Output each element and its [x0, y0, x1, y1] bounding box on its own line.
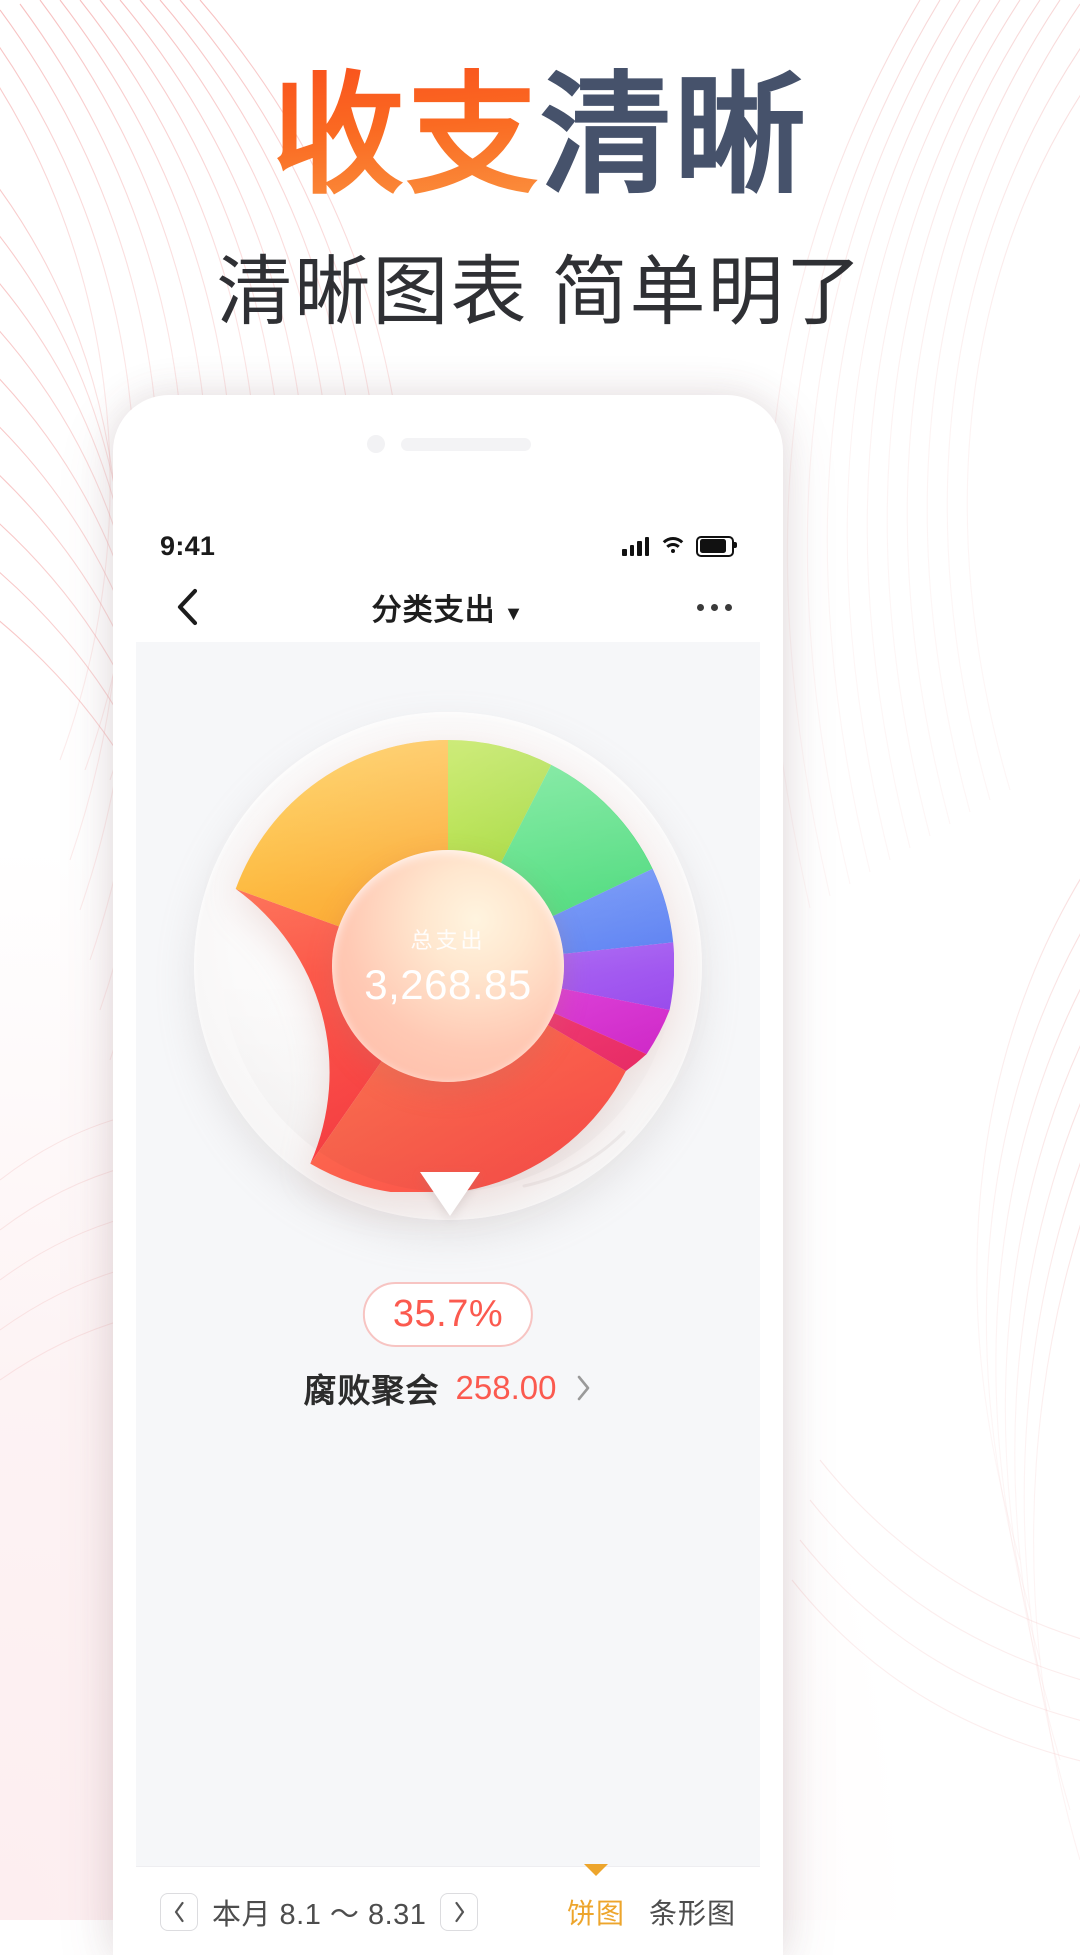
earpiece-speaker [401, 438, 531, 451]
headline-dark-part: 清晰 [540, 62, 808, 209]
status-bar: 9:41 [136, 520, 760, 572]
phone-notch [113, 433, 783, 455]
total-expense-label: 总支出 [410, 928, 486, 953]
tab-pie-chart-label: 饼图 [566, 1897, 625, 1929]
total-expense-value: 3,268.85 [364, 961, 532, 1008]
front-camera-icon [367, 435, 385, 453]
page-title[interactable]: 分类支出 ▼ [136, 585, 760, 629]
promo-subtitle: 清晰图表 简单明了 [216, 250, 864, 335]
wifi-icon [658, 536, 687, 556]
headline-orange-part: 收支 [272, 62, 540, 209]
chevron-right-icon[interactable] [576, 1374, 592, 1402]
more-options-icon[interactable] [697, 603, 732, 611]
date-range-selector: 本月 8.1 ～ 8.31 [160, 1891, 479, 1933]
chart-content: 总支出 3,268.85 35.7% 腐败聚会 258.00 本月 8.1 ～ … [136, 642, 760, 1955]
status-icons [622, 535, 737, 557]
battery-icon [696, 535, 737, 557]
selected-category-amount: 258.00 [455, 1369, 557, 1406]
cellular-signal-icon [622, 536, 649, 556]
phone-screen: 9:41 分类支出 ▼ 总支出 3,268.85 35.7% 腐败聚会 258.… [136, 520, 760, 1955]
date-range-label: 本月 8.1 ～ 8.31 [212, 1898, 427, 1931]
bottom-toolbar: 本月 8.1 ～ 8.31 饼图 条形图 [136, 1863, 760, 1955]
percent-badge: 35.7% [362, 1282, 534, 1347]
status-time: 9:41 [160, 530, 216, 561]
next-period-button[interactable] [440, 1892, 479, 1931]
chevron-down-icon: ▼ [503, 603, 525, 625]
selected-category-row[interactable]: 腐败聚会 258.00 [136, 1364, 760, 1412]
chart-type-tabs: 饼图 条形图 [566, 1863, 736, 1932]
page-title-text: 分类支出 [371, 594, 496, 627]
active-tab-indicator-icon [583, 1863, 608, 1876]
tab-bar-chart[interactable]: 条形图 [649, 1892, 736, 1932]
selection-pointer-icon [420, 1172, 480, 1216]
chart-center-hub: 总支出 3,268.85 [332, 850, 564, 1082]
promo-headline: 收支清晰 [0, 62, 1080, 210]
tab-pie-chart[interactable]: 饼图 [566, 1863, 625, 1932]
phone-mockup: 9:41 分类支出 ▼ 总支出 3,268.85 35.7% 腐败聚会 258.… [113, 395, 783, 1955]
back-chevron-icon[interactable] [164, 584, 210, 630]
prev-period-button[interactable] [160, 1892, 198, 1931]
donut-chart[interactable]: 总支出 3,268.85 [136, 702, 760, 1262]
nav-bar: 分类支出 ▼ [136, 572, 760, 642]
selected-category-name: 腐败聚会 [303, 1372, 440, 1409]
tab-bar-chart-label: 条形图 [648, 1897, 736, 1929]
